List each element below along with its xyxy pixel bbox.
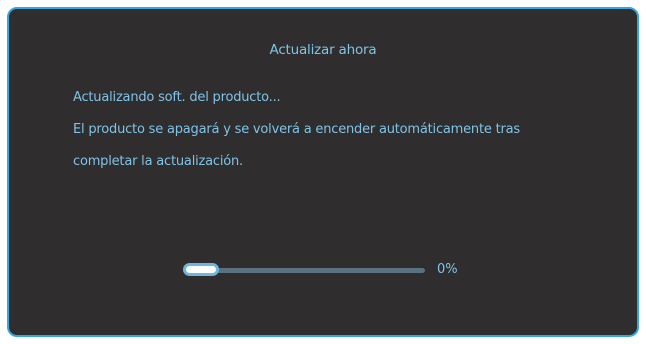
progress-percent-label: 0% xyxy=(437,262,458,277)
progress-bar-fill xyxy=(183,263,219,276)
info-text-line-1: El producto se apagará y se volverá a en… xyxy=(73,122,520,137)
dialog-title: Actualizar ahora xyxy=(269,42,377,58)
info-text-line-2: completar la actualización. xyxy=(73,154,243,169)
status-text: Actualizando soft. del producto... xyxy=(73,90,281,105)
progress-bar-track xyxy=(183,268,425,273)
update-dialog: Actualizar ahora Actualizando soft. del … xyxy=(7,7,639,337)
update-message: Actualizando soft. del producto... El pr… xyxy=(73,87,573,183)
